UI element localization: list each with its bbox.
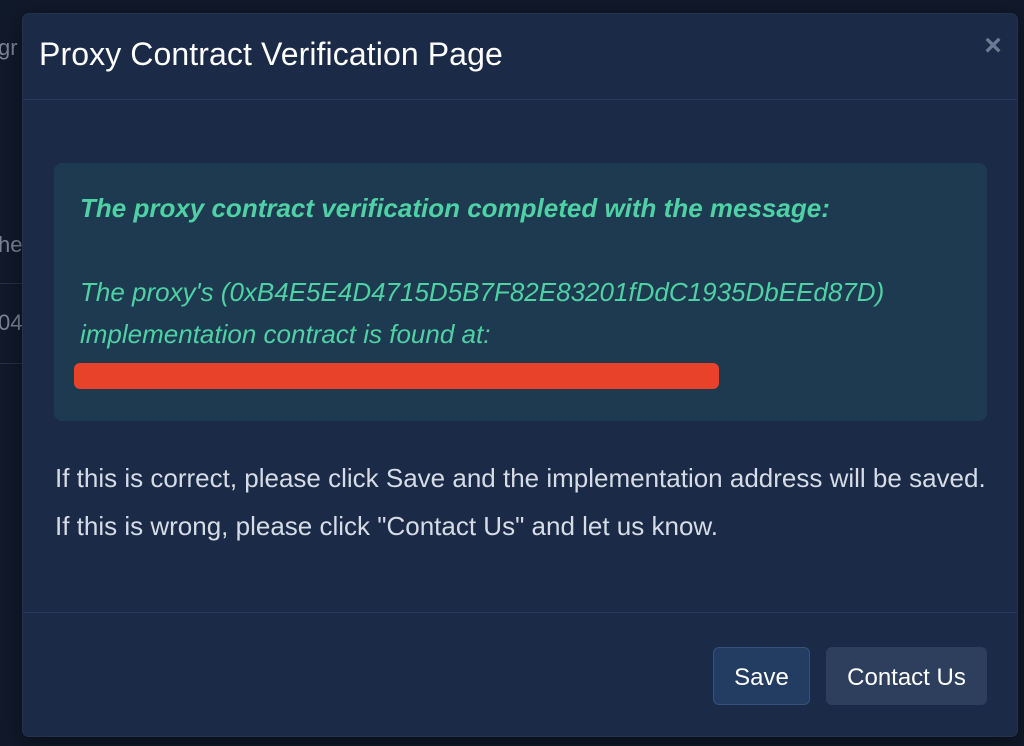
verification-result-alert: The proxy contract verification complete… — [54, 163, 987, 421]
instruction-text: If this is correct, please click Save an… — [55, 463, 986, 541]
alert-implementation-line: implementation contract is found at: — [80, 319, 491, 349]
close-icon[interactable]: × — [979, 31, 1007, 61]
modal-title: Proxy Contract Verification Page — [39, 36, 503, 72]
background-text-fragment: he — [0, 232, 23, 257]
background-text-fragment: gr — [0, 35, 18, 60]
modal-footer-divider — [23, 612, 1017, 613]
modal-header: Proxy Contract Verification Page × — [23, 14, 1017, 100]
alert-heading: The proxy contract verification complete… — [80, 193, 830, 223]
background-text-fragment: 04 — [0, 310, 23, 335]
alert-proxy-address-line: The proxy's (0xB4E5E4D4715D5B7F82E83201f… — [80, 277, 885, 307]
contact-us-button[interactable]: Contact Us — [826, 647, 987, 705]
proxy-verification-modal: Proxy Contract Verification Page × The p… — [22, 13, 1018, 737]
redacted-implementation-address — [74, 363, 719, 389]
save-button[interactable]: Save — [713, 647, 810, 705]
